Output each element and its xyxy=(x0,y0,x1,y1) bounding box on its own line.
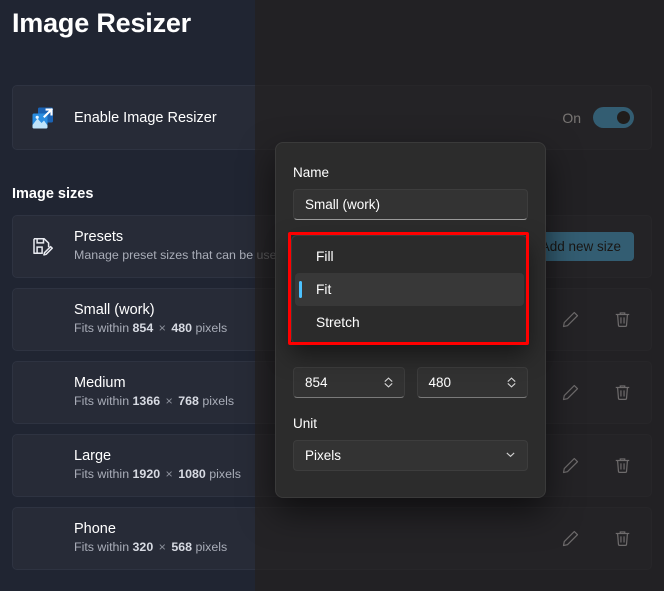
table-row[interactable]: Phone Fits within 320 × 568 pixels xyxy=(12,507,652,570)
enable-image-resizer-toggle[interactable] xyxy=(593,107,634,128)
height-stepper-arrows[interactable] xyxy=(505,376,518,389)
dimension-fields: 854 480 xyxy=(293,367,528,398)
unit-combobox[interactable]: Pixels xyxy=(293,440,528,471)
enable-image-resizer-card: Enable Image Resizer On xyxy=(12,85,652,150)
size-name: Phone xyxy=(74,520,558,540)
trash-icon[interactable] xyxy=(610,381,634,405)
size-name-input-value: Small (work) xyxy=(305,197,380,212)
size-dimensions: Fits within 320 × 568 pixels xyxy=(74,539,558,557)
page-title: Image Resizer xyxy=(12,8,191,39)
name-field-label: Name xyxy=(293,165,528,180)
width-value: 854 xyxy=(305,375,382,390)
trash-icon[interactable] xyxy=(610,527,634,551)
width-stepper-arrows[interactable] xyxy=(382,376,395,389)
trash-icon[interactable] xyxy=(610,454,634,478)
toggle-state-label: On xyxy=(562,110,581,126)
size-text-group: Phone Fits within 320 × 568 pixels xyxy=(74,520,558,558)
save-edit-icon xyxy=(30,234,56,260)
row-actions xyxy=(558,527,634,551)
fit-mode-dropdown[interactable]: FillFitStretch xyxy=(291,235,528,344)
menu-item-fill[interactable]: Fill xyxy=(295,240,524,273)
row-actions xyxy=(558,308,634,332)
menu-item-stretch[interactable]: Stretch xyxy=(295,306,524,339)
image-sizes-heading: Image sizes xyxy=(12,186,93,202)
unit-value: Pixels xyxy=(305,448,505,463)
height-stepper[interactable]: 480 xyxy=(417,367,529,398)
trash-icon[interactable] xyxy=(610,308,634,332)
width-stepper[interactable]: 854 xyxy=(293,367,405,398)
row-actions xyxy=(558,381,634,405)
row-actions xyxy=(558,454,634,478)
image-resizer-icon xyxy=(30,105,56,131)
pencil-icon[interactable] xyxy=(558,308,582,332)
chevron-down-icon xyxy=(505,449,516,463)
pencil-icon[interactable] xyxy=(558,527,582,551)
height-value: 480 xyxy=(429,375,506,390)
enable-image-resizer-label: Enable Image Resizer xyxy=(74,110,562,126)
menu-item-fit[interactable]: Fit xyxy=(295,273,524,306)
pencil-icon[interactable] xyxy=(558,381,582,405)
pencil-icon[interactable] xyxy=(558,454,582,478)
unit-field-label: Unit xyxy=(293,416,528,431)
enable-toggle-group[interactable]: On xyxy=(562,107,634,128)
size-name-input[interactable]: Small (work) xyxy=(293,189,528,220)
toggle-knob xyxy=(617,111,630,124)
